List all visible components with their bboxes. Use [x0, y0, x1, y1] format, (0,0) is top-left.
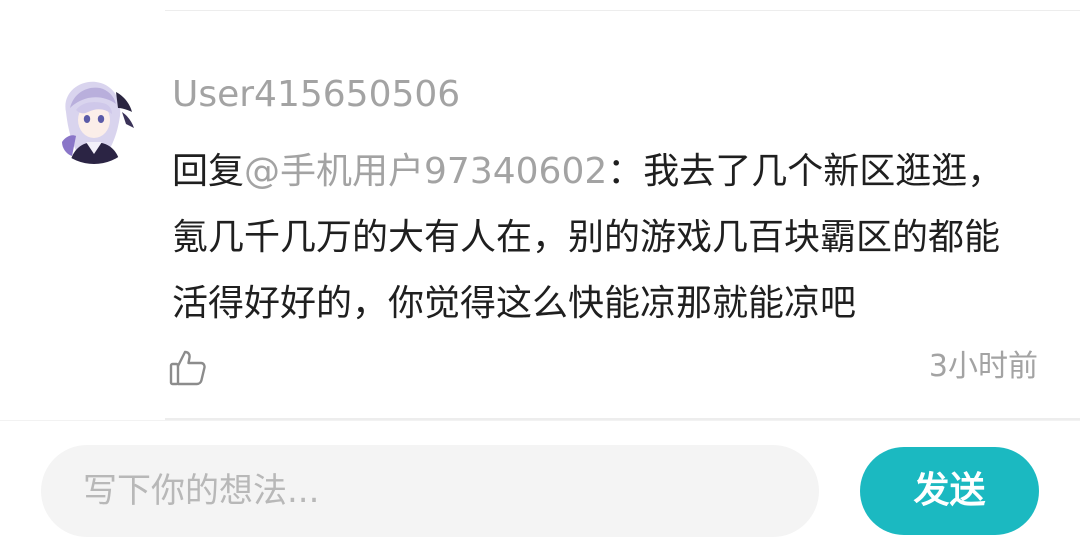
comment-item: User415650506 回复@手机用户97340602：我去了几个新区逛逛，…: [0, 11, 1080, 419]
comment-username[interactable]: User415650506: [172, 73, 460, 117]
comment-timestamp: 3小时前: [928, 349, 1038, 384]
comment-input[interactable]: [41, 445, 819, 537]
send-button[interactable]: 发送: [860, 447, 1039, 535]
anime-avatar-icon: [48, 72, 140, 164]
reply-prefix: 回复: [172, 151, 245, 192]
comment-input-bar: 发送: [0, 420, 1080, 558]
comment-detail-page: User415650506 回复@手机用户97340602：我去了几个新区逛逛，…: [0, 0, 1080, 558]
avatar[interactable]: [48, 72, 140, 164]
mention-link[interactable]: @手机用户97340602: [244, 151, 607, 192]
comment-text: 回复@手机用户97340602：我去了几个新区逛逛，氪几千几万的大有人在，别的游…: [172, 139, 1032, 337]
thumbs-up-icon[interactable]: [168, 348, 208, 388]
